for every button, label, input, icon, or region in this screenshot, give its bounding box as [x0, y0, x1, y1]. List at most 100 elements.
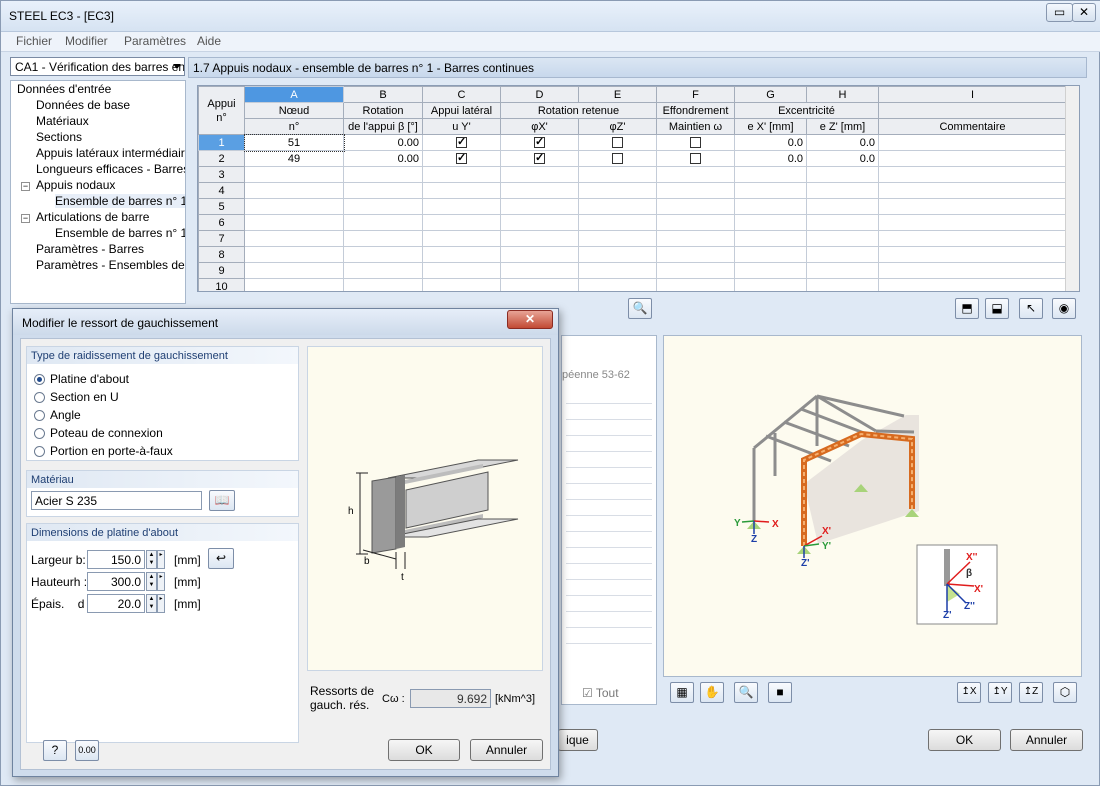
- nav-item-set-1-hinges[interactable]: Ensemble de barres n° 1 - E: [55, 226, 185, 240]
- cell-phiz[interactable]: [578, 182, 657, 199]
- cell-phix[interactable]: [500, 182, 579, 199]
- cell-ez[interactable]: [806, 262, 879, 279]
- cell-phiz[interactable]: [578, 166, 657, 183]
- dialog-cancel-button[interactable]: Annuler: [470, 739, 543, 761]
- cell-ex[interactable]: 0.0: [734, 150, 807, 167]
- cell-ex[interactable]: 0.0: [734, 134, 807, 151]
- cell-uy[interactable]: [422, 150, 501, 167]
- material-library-icon[interactable]: 📖: [209, 490, 235, 511]
- units-icon[interactable]: 0.00: [75, 740, 99, 761]
- cell-node[interactable]: [244, 198, 344, 215]
- cell-uy[interactable]: [422, 246, 501, 263]
- view-z-icon[interactable]: ↥Z: [1019, 682, 1043, 703]
- width-spinner[interactable]: ▲ ▼: [146, 550, 157, 569]
- cell-uy[interactable]: [422, 262, 501, 279]
- excel-import-icon[interactable]: ⬓: [985, 298, 1009, 319]
- col-letter-b[interactable]: B: [343, 86, 423, 103]
- cell-maint[interactable]: [656, 198, 735, 215]
- row-number[interactable]: 2: [198, 150, 245, 167]
- cell-comment[interactable]: [878, 150, 1067, 167]
- col-letter-a[interactable]: A: [244, 86, 344, 103]
- cell-ez[interactable]: 0.0: [806, 134, 879, 151]
- cell-ez[interactable]: [806, 246, 879, 263]
- cell-phiz[interactable]: [578, 134, 657, 151]
- checkbox-uy[interactable]: [456, 152, 467, 165]
- view-iso-icon[interactable]: ⬡: [1053, 682, 1077, 703]
- cell-maint[interactable]: [656, 182, 735, 199]
- row-number[interactable]: 1: [198, 134, 245, 151]
- excel-export-icon[interactable]: ⬒: [955, 298, 979, 319]
- main-cancel-button[interactable]: Annuler: [1010, 729, 1083, 751]
- cell-node[interactable]: [244, 246, 344, 263]
- cell-ex[interactable]: [734, 230, 807, 247]
- cell-ex[interactable]: [734, 166, 807, 183]
- cell-comment[interactable]: [878, 246, 1067, 263]
- cell-node[interactable]: 51: [243, 133, 345, 152]
- checkbox-phiz[interactable]: [612, 153, 623, 165]
- cell-maint[interactable]: [656, 134, 735, 151]
- end-plate-label[interactable]: Platine d'about: [50, 372, 129, 386]
- cell-uy[interactable]: [422, 230, 501, 247]
- cell-comment[interactable]: [878, 134, 1067, 151]
- cell-comment[interactable]: [878, 230, 1067, 247]
- cell-ex[interactable]: [734, 262, 807, 279]
- checkbox-phix[interactable]: [534, 136, 545, 149]
- checkbox-maint[interactable]: [690, 153, 701, 165]
- cell-phix[interactable]: [500, 214, 579, 231]
- cell-rotation[interactable]: [343, 278, 423, 291]
- cell-node[interactable]: [244, 230, 344, 247]
- menu-parametres[interactable]: Paramètres: [124, 34, 186, 48]
- dialog-close-button[interactable]: ✕: [507, 310, 553, 329]
- cell-phiz[interactable]: [578, 214, 657, 231]
- row-number[interactable]: 7: [198, 230, 245, 247]
- close-window-button[interactable]: ✕: [1072, 3, 1096, 22]
- cell-comment[interactable]: [878, 262, 1067, 279]
- row-number[interactable]: 5: [198, 198, 245, 215]
- cell-rotation[interactable]: 0.00: [343, 134, 423, 151]
- cell-maint[interactable]: [656, 278, 735, 291]
- collapse-nodal-supports-icon[interactable]: −: [21, 182, 30, 191]
- cell-ex[interactable]: [734, 214, 807, 231]
- cell-rotation[interactable]: [343, 166, 423, 183]
- row-number[interactable]: 4: [198, 182, 245, 199]
- cell-ez[interactable]: [806, 198, 879, 215]
- nav-item-sections[interactable]: Sections: [36, 130, 82, 144]
- cell-rotation[interactable]: 0.00: [343, 150, 423, 167]
- cell-node[interactable]: [244, 214, 344, 231]
- height-input[interactable]: 300.0: [87, 572, 145, 591]
- cell-maint[interactable]: [656, 166, 735, 183]
- checkbox-phix[interactable]: [534, 152, 545, 165]
- grid-scrollbar[interactable]: [1065, 86, 1079, 291]
- nav-item-materials[interactable]: Matériaux: [36, 114, 89, 128]
- cell-uy[interactable]: [422, 134, 501, 151]
- thickness-step-button[interactable]: ▸: [157, 594, 165, 613]
- checkbox-uy[interactable]: [456, 136, 467, 149]
- cell-ez[interactable]: 0.0: [806, 150, 879, 167]
- cell-rotation[interactable]: [343, 182, 423, 199]
- cell-uy[interactable]: [422, 182, 501, 199]
- cell-rotation[interactable]: [343, 214, 423, 231]
- cell-phix[interactable]: [500, 262, 579, 279]
- cell-phix[interactable]: [500, 150, 579, 167]
- row-number[interactable]: 8: [198, 246, 245, 263]
- cell-maint[interactable]: [656, 262, 735, 279]
- cell-node[interactable]: 49: [244, 150, 344, 167]
- width-input[interactable]: 150.0: [87, 550, 145, 569]
- graphic-button[interactable]: ique: [558, 729, 598, 751]
- collapse-member-hinges-icon[interactable]: −: [21, 214, 30, 223]
- model-view-mode-icon[interactable]: ▦: [670, 682, 694, 703]
- nav-item-nodal-supports[interactable]: Appuis nodaux: [36, 178, 115, 192]
- radio-angle[interactable]: [34, 410, 45, 421]
- thickness-input[interactable]: 20.0: [87, 594, 145, 613]
- cell-uy[interactable]: [422, 214, 501, 231]
- cell-rotation[interactable]: [343, 230, 423, 247]
- row-number[interactable]: 3: [198, 166, 245, 183]
- cell-node[interactable]: [244, 166, 344, 183]
- cell-ez[interactable]: [806, 278, 879, 291]
- help-icon[interactable]: ?: [43, 740, 67, 761]
- cell-comment[interactable]: [878, 278, 1067, 291]
- cell-comment[interactable]: [878, 166, 1067, 183]
- cell-ez[interactable]: [806, 214, 879, 231]
- zoom-icon[interactable]: 🔍: [734, 682, 758, 703]
- nav-item-base-data[interactable]: Données de base: [36, 98, 130, 112]
